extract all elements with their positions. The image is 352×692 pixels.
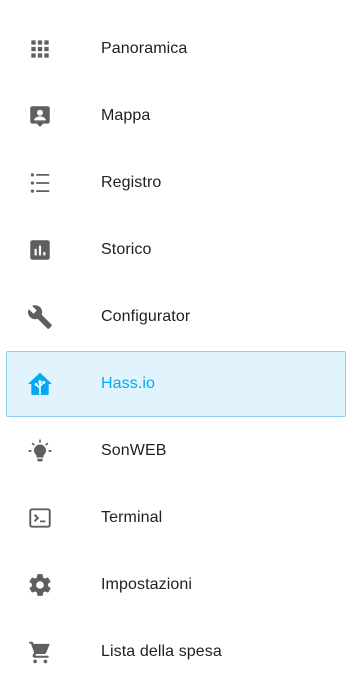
format-list-bulleted-icon xyxy=(27,170,53,196)
sidebar-item-label: Mappa xyxy=(101,107,151,124)
sidebar-item-label: Configurator xyxy=(101,308,191,325)
sidebar-item-label: Impostazioni xyxy=(101,576,193,593)
sidebar-item-label: Lista della spesa xyxy=(101,643,222,660)
account-box-icon xyxy=(27,103,53,129)
sidebar-item-registro[interactable]: Registro xyxy=(6,150,346,216)
gear-icon xyxy=(27,572,53,598)
sidebar-item-label: Registro xyxy=(101,174,162,191)
apps-grid-icon xyxy=(27,36,53,62)
sidebar: Panoramica Mappa Registro Storico Config… xyxy=(0,0,352,692)
sidebar-item-label: Hass.io xyxy=(101,375,156,392)
sidebar-item-label: Storico xyxy=(101,241,152,258)
lightbulb-on-icon xyxy=(27,438,53,464)
cart-icon xyxy=(27,639,53,665)
sidebar-item-label: Panoramica xyxy=(101,40,188,57)
sidebar-item-panoramica[interactable]: Panoramica xyxy=(6,16,346,82)
sidebar-item-terminal[interactable]: Terminal xyxy=(6,485,346,551)
sidebar-item-label: SonWEB xyxy=(101,442,167,459)
sidebar-item-sonweb[interactable]: SonWEB xyxy=(6,418,346,484)
sidebar-item-mappa[interactable]: Mappa xyxy=(6,83,346,149)
sidebar-item-label: Terminal xyxy=(101,509,163,526)
sidebar-item-configurator[interactable]: Configurator xyxy=(6,284,346,350)
sidebar-item-hassio[interactable]: Hass.io xyxy=(6,351,346,417)
home-assistant-icon xyxy=(27,371,53,397)
wrench-icon xyxy=(27,304,53,330)
sidebar-item-lista-della-spesa[interactable]: Lista della spesa xyxy=(6,619,346,685)
chart-box-icon xyxy=(27,237,53,263)
console-icon xyxy=(27,505,53,531)
sidebar-item-storico[interactable]: Storico xyxy=(6,217,346,283)
sidebar-item-impostazioni[interactable]: Impostazioni xyxy=(6,552,346,618)
